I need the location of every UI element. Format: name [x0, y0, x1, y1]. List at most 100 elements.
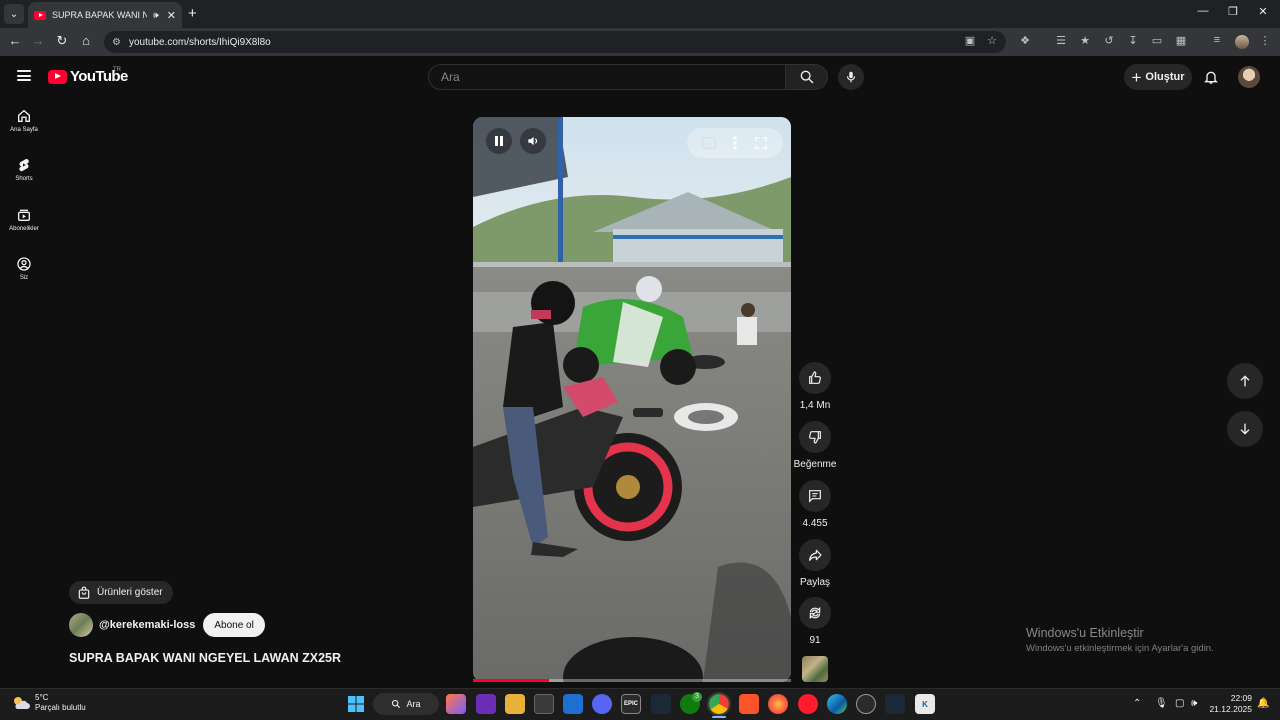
browser-menu-icon[interactable]: ⋮ — [1257, 34, 1273, 47]
sidebar-item-you[interactable]: Siz — [4, 256, 44, 281]
channel-row: @kerekemaki-loss Abone ol — [69, 613, 265, 637]
system-clock[interactable]: 22:09 21.12.2025 — [1206, 693, 1252, 715]
restore-button[interactable]: ❐ — [1218, 5, 1248, 18]
bell-icon — [1204, 71, 1218, 84]
reload-button[interactable]: ↻ — [53, 33, 71, 49]
video-title[interactable]: SUPRA BAPAK WANI NGEYEL LAWAN ZX25R — [69, 651, 341, 665]
player-controls-left — [486, 128, 546, 154]
close-window-button[interactable]: ✕ — [1248, 5, 1278, 18]
taskbar-search[interactable]: Ara — [373, 693, 439, 715]
arrow-down-icon — [1240, 423, 1250, 435]
epic-games-icon[interactable]: EPIC — [621, 694, 641, 714]
minimize-button[interactable]: — — [1188, 5, 1218, 17]
chrome-icon[interactable] — [707, 692, 731, 716]
sound-thumbnail[interactable] — [802, 656, 828, 682]
clock-time: 22:09 — [1230, 693, 1252, 703]
site-info-icon[interactable]: ⚙ — [112, 37, 121, 48]
you-icon — [17, 257, 31, 271]
subscriptions-icon — [18, 209, 30, 221]
forward-button[interactable]: → — [29, 33, 47, 48]
app-icon[interactable] — [476, 694, 496, 714]
search-icon — [800, 70, 813, 84]
discord-icon[interactable] — [592, 694, 612, 714]
notification-center-icon[interactable]: 🔔 — [1257, 698, 1269, 709]
volume-icon[interactable]: 🕪 — [1191, 698, 1197, 709]
youtube-play-icon — [48, 69, 67, 84]
new-tab-button[interactable]: + — [188, 5, 197, 22]
store-icon[interactable] — [534, 694, 554, 714]
delete-icon[interactable]: ▭ — [1149, 34, 1165, 47]
translate-icon[interactable]: ▦ — [1173, 34, 1189, 47]
copilot-icon[interactable] — [446, 694, 466, 714]
reading-list-icon[interactable]: ☰ — [1053, 34, 1069, 47]
plus-icon: + — [1131, 67, 1142, 87]
shorts-video-player[interactable] — [473, 117, 791, 682]
previous-video-button[interactable] — [1227, 363, 1263, 399]
sidebar-item-subscriptions[interactable]: Abonelikler — [4, 207, 44, 232]
tab-search-button[interactable]: ⌄ — [4, 4, 24, 24]
voice-search-button[interactable] — [838, 64, 864, 90]
sidebar-item-shorts[interactable]: Shorts — [4, 157, 44, 182]
comments-button[interactable] — [799, 480, 831, 512]
install-app-icon[interactable]: ▣ — [962, 34, 978, 47]
comments-action: 4.455 — [795, 480, 835, 529]
comment-icon — [809, 490, 821, 503]
browser-profile-avatar[interactable] — [1235, 35, 1249, 49]
captions-icon[interactable]: CC — [701, 137, 716, 149]
tab-close-icon[interactable]: ✕ — [167, 9, 176, 22]
firefox-icon[interactable] — [768, 694, 788, 714]
account-avatar[interactable] — [1238, 66, 1260, 88]
network-icon[interactable]: ▢ — [1175, 698, 1184, 709]
brave-icon[interactable] — [739, 694, 759, 714]
search-box — [428, 64, 786, 90]
browser-tab[interactable]: SUPRA BAPAK WANI NGEYEL LAWAN ZX25R 🕪 ✕ — [28, 2, 182, 28]
more-options-icon[interactable] — [733, 136, 737, 150]
mail-icon[interactable] — [563, 694, 583, 714]
pause-button[interactable] — [486, 128, 512, 154]
activation-watermark-subtitle: Windows'u etkinleştirmek için Ayarlar'a … — [1026, 643, 1214, 654]
video-progress-bar[interactable] — [473, 679, 791, 682]
app-icon-3[interactable]: K — [915, 694, 935, 714]
dislike-button[interactable] — [799, 421, 831, 453]
weather-widget[interactable]: 5°C Parçalı bulutlu — [12, 693, 86, 713]
back-button[interactable]: ← — [6, 33, 24, 48]
progress-fill — [473, 679, 550, 682]
edge-icon[interactable] — [827, 694, 847, 714]
create-button[interactable]: + Oluştur — [1124, 64, 1192, 90]
file-explorer-icon[interactable] — [505, 694, 525, 714]
next-video-button[interactable] — [1227, 411, 1263, 447]
address-bar[interactable]: ⚙ youtube.com/shorts/IhiQi9X8l8o — [104, 31, 1006, 53]
history-icon[interactable]: ↺ — [1101, 34, 1117, 47]
menu-icon[interactable] — [17, 70, 31, 81]
dislike-label: Beğenme — [793, 459, 837, 470]
steam-icon-2[interactable] — [885, 694, 905, 714]
share-button[interactable] — [799, 539, 831, 571]
favorites-icon[interactable]: ★ — [1077, 34, 1093, 47]
sidebar-item-home[interactable]: Ana Sayfa — [4, 108, 44, 133]
app-icon-2[interactable] — [856, 694, 876, 714]
downloads-icon[interactable]: ↧ — [1125, 34, 1141, 47]
speaker-icon[interactable]: 🕪 — [153, 10, 159, 21]
show-products-button[interactable]: Ürünleri göster — [69, 581, 173, 604]
subscribe-button[interactable]: Abone ol — [203, 613, 265, 637]
channel-avatar[interactable] — [69, 613, 93, 637]
channel-name[interactable]: @kerekemaki-loss — [99, 619, 195, 631]
like-button[interactable] — [799, 362, 831, 394]
bookmark-star-icon[interactable]: ☆ — [984, 34, 1000, 47]
search-input[interactable] — [441, 70, 785, 84]
volume-button[interactable] — [520, 128, 546, 154]
microphone-icon[interactable]: 🎙 — [1155, 698, 1168, 709]
country-code: TR — [113, 67, 121, 73]
remix-button[interactable] — [799, 597, 831, 629]
start-button[interactable] — [346, 694, 366, 714]
extensions-icon[interactable]: ❖ — [1017, 34, 1033, 47]
temperature: 5°C — [35, 693, 49, 702]
home-button[interactable]: ⌂ — [77, 33, 95, 48]
steam-icon[interactable] — [651, 694, 671, 714]
media-control-icon[interactable]: ≡ — [1209, 34, 1225, 46]
fullscreen-icon[interactable] — [754, 136, 768, 150]
search-button[interactable] — [786, 64, 828, 90]
opera-icon[interactable] — [798, 694, 818, 714]
show-hidden-icons[interactable]: ⌃ — [1133, 698, 1141, 709]
notifications-button[interactable] — [1200, 66, 1222, 88]
